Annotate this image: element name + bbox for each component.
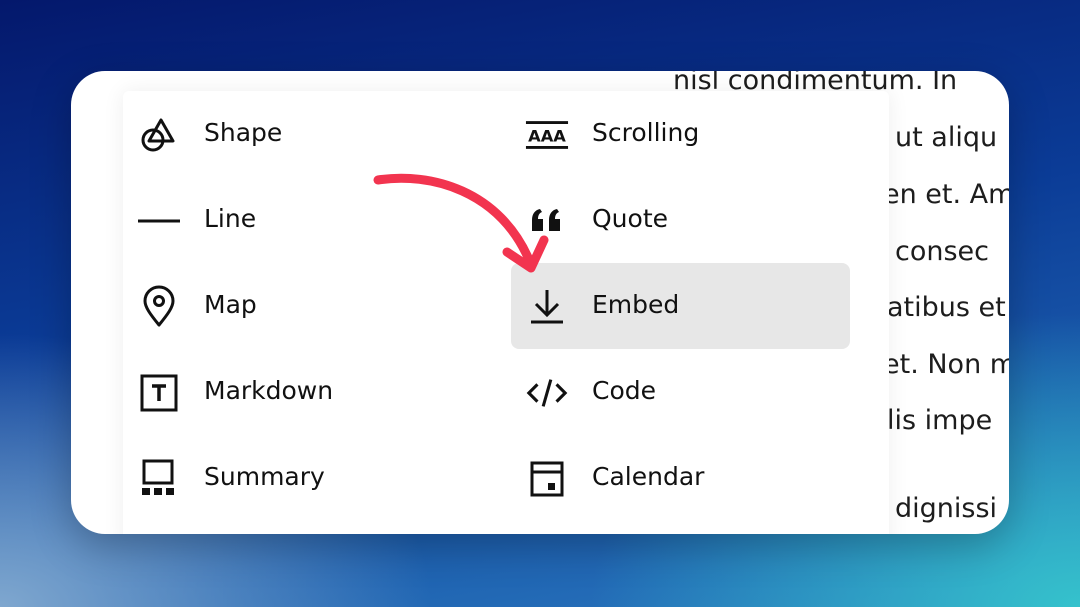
menu-item-shape[interactable]: Shape: [123, 91, 462, 177]
insert-block-menu: Shape Line Map Markdown Summary AAA Scro…: [123, 91, 889, 534]
menu-item-scrolling[interactable]: AAA Scrolling: [511, 91, 850, 177]
menu-item-code[interactable]: Code: [511, 349, 850, 435]
menu-item-markdown[interactable]: Markdown: [123, 349, 462, 435]
document-text-line: atibus et: [887, 292, 1006, 323]
document-text-line: ut aliqu: [895, 122, 998, 153]
menu-item-label: Summary: [204, 462, 325, 491]
menu-item-label: Quote: [592, 204, 669, 233]
menu-item-label: Shape: [204, 118, 283, 147]
line-icon: [137, 199, 181, 243]
map-pin-icon: [137, 285, 181, 329]
code-icon: [525, 371, 569, 415]
summary-icon: [137, 457, 181, 501]
svg-text:AAA: AAA: [528, 127, 566, 146]
menu-item-line[interactable]: Line: [123, 177, 462, 263]
scrolling-text-icon: AAA: [525, 113, 569, 157]
menu-item-embed[interactable]: Embed: [511, 263, 850, 349]
menu-item-label: Markdown: [204, 376, 334, 405]
menu-item-label: Scrolling: [592, 118, 700, 147]
shape-icon: [137, 113, 181, 157]
menu-item-label: Calendar: [592, 462, 705, 491]
document-text-line: consec: [895, 236, 989, 267]
calendar-icon: [525, 457, 569, 501]
quote-icon: [525, 199, 569, 243]
menu-item-calendar[interactable]: Calendar: [511, 435, 850, 521]
menu-item-summary[interactable]: Summary: [123, 435, 462, 521]
document-text-line: dignissi: [895, 493, 998, 524]
document-text-line: et. Non m: [883, 349, 1009, 380]
menu-item-map[interactable]: Map: [123, 263, 462, 349]
markdown-icon: [137, 371, 181, 415]
document-text-line: en et. Am: [883, 179, 1009, 210]
menu-item-label: Embed: [592, 290, 680, 319]
document-text-line: lis impe: [887, 405, 993, 436]
menu-item-label: Code: [592, 376, 657, 405]
menu-item-label: Map: [204, 290, 257, 319]
menu-item-label: Line: [204, 204, 257, 233]
embed-download-icon: [525, 285, 569, 329]
document-card: nisl condimentum. In ut aliqu en et. Am …: [71, 71, 1009, 534]
menu-item-quote[interactable]: Quote: [511, 177, 850, 263]
